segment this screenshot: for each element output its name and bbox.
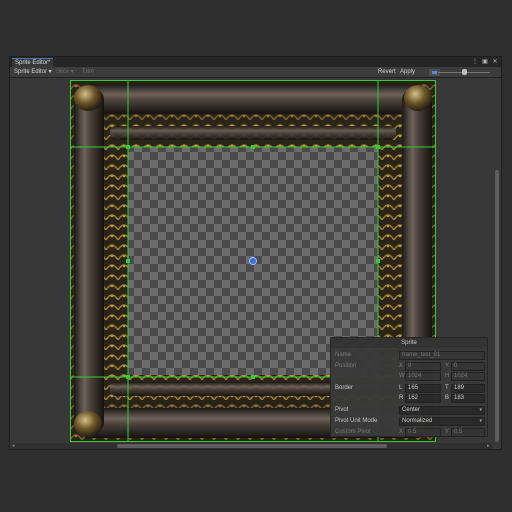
pos-x-field: 0 bbox=[405, 362, 441, 371]
border-handle[interactable] bbox=[251, 375, 255, 379]
chevron-down-icon: ▾ bbox=[479, 418, 482, 424]
pos-y-label: Y bbox=[445, 363, 450, 369]
position-label: Position bbox=[335, 363, 357, 369]
border-handle[interactable] bbox=[126, 145, 130, 149]
panel-title: Sprite bbox=[331, 338, 487, 348]
name-row: Name frame_test_01 bbox=[335, 351, 485, 360]
name-field: frame_test_01 bbox=[399, 351, 485, 360]
pos-h-field: 1024 bbox=[451, 372, 485, 381]
trim-button[interactable]: Trim bbox=[80, 68, 96, 77]
custom-pivot-row: Custom Pivot X 0.5 Y 0.5 bbox=[335, 428, 485, 437]
border-label: Border bbox=[335, 385, 354, 391]
custom-y-label: Y bbox=[445, 429, 450, 435]
pivot-handle[interactable] bbox=[249, 257, 257, 265]
custom-y-field: 0.5 bbox=[451, 428, 485, 437]
border-b-label: B bbox=[445, 395, 450, 401]
border-r-label: R bbox=[399, 395, 404, 401]
pivot-dropdown[interactable]: Center ▾ bbox=[399, 406, 485, 415]
pivot-unit-value: Normalized bbox=[402, 418, 433, 424]
pivot-unit-dropdown[interactable]: Normalized ▾ bbox=[399, 417, 485, 426]
scroll-left-arrow-icon[interactable]: ◂ bbox=[12, 443, 15, 449]
pos-y-field: 0 bbox=[451, 362, 485, 371]
tab-bar: Sprite Editor* ⋮ ▣ ✕ bbox=[10, 57, 501, 67]
pivot-unit-row: Pivot Unit Mode Normalized ▾ bbox=[335, 417, 485, 426]
corner-boss-bottom-left bbox=[74, 411, 102, 437]
border-handle[interactable] bbox=[376, 145, 380, 149]
pos-w-label: W bbox=[399, 373, 405, 379]
corner-boss-top-left bbox=[74, 85, 102, 111]
pos-x-label: X bbox=[399, 363, 404, 369]
scroll-right-arrow-icon[interactable]: ▸ bbox=[487, 443, 490, 449]
vertical-scrollbar[interactable] bbox=[495, 170, 499, 442]
border-t-label: T bbox=[445, 385, 449, 391]
chevron-down-icon: ▾ bbox=[69, 69, 74, 75]
border-handle[interactable] bbox=[126, 259, 130, 263]
pivot-value: Center bbox=[402, 407, 421, 413]
mode-label: Sprite Editor bbox=[14, 69, 48, 75]
close-icon[interactable]: ✕ bbox=[492, 59, 498, 65]
corner-boss-top-right bbox=[404, 85, 432, 111]
border-handle[interactable] bbox=[126, 375, 130, 379]
pivot-label: Pivot bbox=[335, 407, 349, 413]
window-controls: ⋮ ▣ ✕ bbox=[472, 58, 498, 66]
border-b-field[interactable]: 183 bbox=[451, 394, 485, 403]
slice-label: Slice bbox=[56, 69, 70, 75]
custom-x-field: 0.5 bbox=[405, 428, 441, 437]
horizontal-scrollbar-thumb[interactable] bbox=[117, 444, 387, 448]
border-row-2: R 162 B 183 bbox=[335, 394, 485, 403]
revert-button[interactable]: Revert bbox=[376, 68, 398, 77]
kebab-icon[interactable]: ⋮ bbox=[472, 59, 478, 65]
border-t-field[interactable]: 189 bbox=[451, 384, 485, 393]
pivot-unit-label: Pivot Unit Mode bbox=[335, 418, 378, 424]
border-handle[interactable] bbox=[251, 145, 255, 149]
sprite-inspector-panel: Sprite Name frame_test_01 Position X 0 Y… bbox=[330, 337, 488, 437]
toolbar: Sprite Editor ▾ Slice ▾ Trim Revert Appl… bbox=[10, 67, 501, 78]
zoom-slider-thumb[interactable] bbox=[462, 69, 467, 75]
position-row-1: Position X 0 Y 0 bbox=[335, 362, 485, 371]
maximize-icon[interactable]: ▣ bbox=[482, 59, 488, 65]
pos-h-label: H bbox=[445, 373, 450, 379]
chevron-down-icon: ▾ bbox=[479, 407, 482, 413]
position-row-2: W 1024 H 1024 bbox=[335, 372, 485, 381]
border-handle[interactable] bbox=[376, 259, 380, 263]
pos-w-field: 1024 bbox=[405, 372, 441, 381]
border-r-field[interactable]: 162 bbox=[405, 394, 441, 403]
slice-dropdown[interactable]: Slice ▾ bbox=[54, 68, 76, 77]
pivot-row: Pivot Center ▾ bbox=[335, 406, 485, 415]
sprite-editor-window: Sprite Editor* ⋮ ▣ ✕ Sprite Editor ▾ Sli… bbox=[9, 56, 502, 450]
view-mode-icon bbox=[432, 71, 437, 74]
custom-pivot-label: Custom Pivot bbox=[335, 429, 371, 435]
border-l-field[interactable]: 165 bbox=[405, 384, 441, 393]
custom-x-label: X bbox=[399, 429, 404, 435]
tab-sprite-editor[interactable]: Sprite Editor* bbox=[12, 58, 54, 67]
mode-dropdown[interactable]: Sprite Editor ▾ bbox=[12, 68, 54, 77]
name-label: Name bbox=[335, 352, 352, 358]
border-row-1: Border L 165 T 189 bbox=[335, 384, 485, 393]
border-l-label: L bbox=[399, 385, 403, 391]
chevron-down-icon: ▾ bbox=[47, 69, 52, 75]
apply-button[interactable]: Apply bbox=[398, 68, 417, 77]
